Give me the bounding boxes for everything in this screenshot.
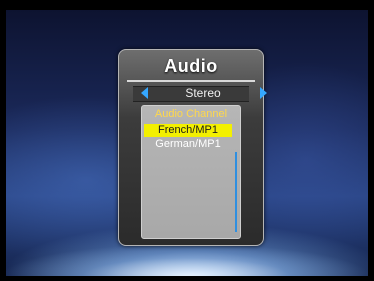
audio-channel-header: Audio Channel [154,108,228,120]
triangle-right-icon[interactable] [260,87,267,99]
list-scrollbar[interactable] [235,152,237,232]
audio-dialog: Audio Stereo Audio Channel French/MP1 Ge… [118,49,267,246]
audio-channel-list[interactable]: Audio Channel French/MP1 German/MP1 [141,105,241,239]
audio-mode-value: Stereo [185,86,221,100]
audio-mode-row: Stereo [141,86,267,100]
dialog-title: Audio [164,56,218,76]
list-item-french-mp1[interactable]: French/MP1 [144,124,232,137]
tv-screen: Audio Stereo Audio Channel French/MP1 Ge… [0,0,374,281]
list-item-german-mp1[interactable]: German/MP1 [144,138,232,151]
title-divider [127,80,255,82]
